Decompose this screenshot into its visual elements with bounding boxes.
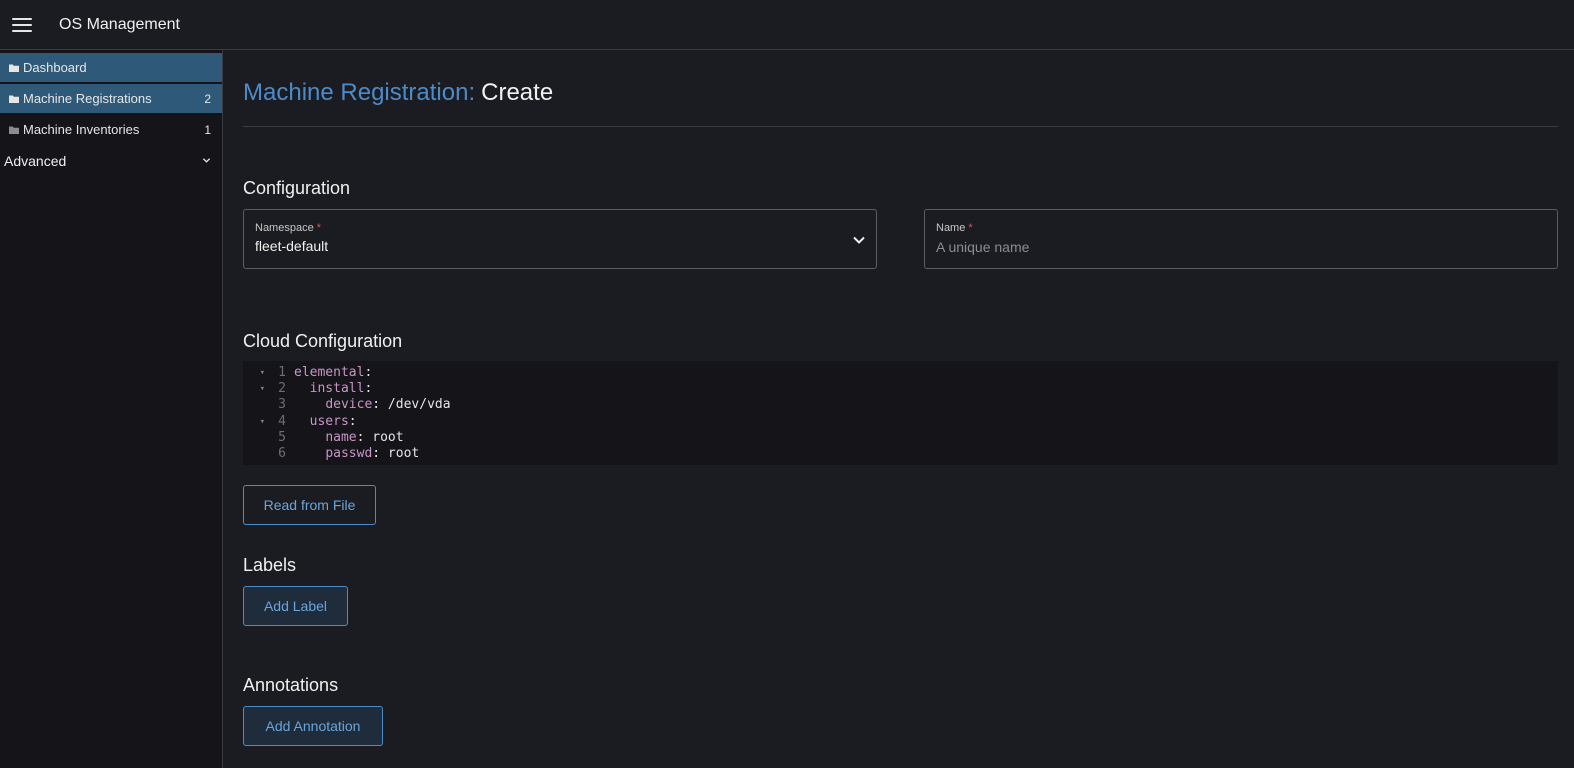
- yaml-value: : /dev/vda: [372, 397, 451, 413]
- code-line[interactable]: 3 device: /dev/vda: [243, 397, 1558, 413]
- code-line[interactable]: ▾ 1 elemental:: [243, 365, 1558, 381]
- top-header: OS Management: [0, 0, 1574, 50]
- sidebar-item-label: Dashboard: [23, 60, 87, 75]
- yaml-editor[interactable]: ▾ 1 elemental: ▾ 2 install: 3 device: /dev/vd…: [243, 361, 1558, 465]
- required-marker: *: [316, 222, 321, 234]
- code-text: users:: [294, 414, 357, 430]
- yaml-value: : root: [356, 429, 404, 445]
- sidebar-item-machine-registrations[interactable]: Machine Registrations 2: [0, 84, 222, 113]
- line-number: 5: [278, 429, 286, 445]
- folder-icon: [9, 126, 19, 134]
- page-title-resource[interactable]: Machine Registration:: [243, 79, 475, 107]
- namespace-select[interactable]: Namespace * fleet-default: [243, 209, 877, 269]
- code-line[interactable]: ▾ 4 users:: [243, 414, 1558, 430]
- page-title-action: Create: [481, 79, 554, 106]
- sidebar-item-count: 2: [204, 91, 211, 106]
- code-text: name: root: [294, 429, 404, 446]
- yaml-key: name: [325, 429, 357, 445]
- folder-icon: [9, 64, 19, 72]
- sidebar-item-dashboard[interactable]: Dashboard: [0, 53, 222, 82]
- name-field[interactable]: Name *: [924, 209, 1558, 269]
- yaml-key: users: [309, 413, 349, 429]
- chevron-down-icon: [853, 236, 865, 244]
- code-line[interactable]: ▾ 2 install:: [243, 381, 1558, 397]
- main-content: Machine Registration: Create Configurati…: [243, 50, 1558, 746]
- code-text: elemental:: [294, 365, 372, 381]
- sidebar-item-label: Machine Registrations: [23, 91, 152, 106]
- required-marker: *: [968, 222, 973, 234]
- yaml-key: elemental: [294, 365, 365, 381]
- sidebar-item-label: Machine Inventories: [23, 122, 140, 137]
- name-input[interactable]: [936, 239, 1546, 255]
- yaml-key: device: [325, 397, 373, 413]
- sidebar-group-label: Advanced: [4, 152, 67, 169]
- yaml-value: : root: [372, 446, 420, 462]
- chevron-down-icon: [202, 158, 211, 163]
- yaml-key: passwd: [325, 446, 373, 462]
- name-label: Name *: [936, 222, 973, 234]
- line-number: 4: [278, 413, 286, 429]
- sidebar-group-advanced[interactable]: Advanced: [0, 146, 222, 175]
- code-line[interactable]: 6 passwd: root: [243, 446, 1558, 462]
- read-from-file-button[interactable]: Read from File: [243, 485, 376, 525]
- yaml-value: :: [348, 413, 357, 429]
- sidebar: Dashboard Machine Registrations 2 Machin…: [0, 50, 223, 768]
- sidebar-item-machine-inventories[interactable]: Machine Inventories 1: [0, 115, 222, 144]
- yaml-key: install: [309, 381, 365, 397]
- line-number: 6: [278, 446, 286, 462]
- menu-icon[interactable]: [12, 17, 32, 32]
- code-text: device: /dev/vda: [294, 397, 451, 413]
- namespace-value: fleet-default: [255, 238, 329, 254]
- line-number: 2: [278, 381, 286, 397]
- fold-toggle-icon[interactable]: ▾: [243, 414, 265, 430]
- add-label-button[interactable]: Add Label: [243, 586, 348, 626]
- add-annotation-button[interactable]: Add Annotation: [243, 706, 383, 746]
- code-line[interactable]: 5 name: root: [243, 430, 1558, 446]
- fold-toggle-icon[interactable]: ▾: [243, 365, 265, 381]
- labels-heading: Labels: [243, 555, 297, 575]
- annotations-heading: Annotations: [243, 675, 339, 695]
- line-number: 1: [278, 365, 286, 381]
- configuration-fields: Namespace * fleet-default Name *: [243, 209, 1558, 269]
- page-title: Machine Registration: Create: [243, 50, 1558, 127]
- namespace-label: Namespace *: [255, 222, 321, 234]
- code-text: install:: [294, 381, 373, 397]
- folder-icon: [9, 95, 19, 103]
- app-title: OS Management: [59, 15, 180, 33]
- sidebar-item-count: 1: [204, 122, 211, 137]
- code-text: passwd: root: [294, 446, 419, 462]
- line-number: 3: [278, 397, 286, 413]
- cloud-configuration-heading: Cloud Configuration: [243, 331, 403, 351]
- fold-toggle-icon[interactable]: ▾: [243, 381, 265, 397]
- configuration-heading: Configuration: [243, 178, 351, 198]
- yaml-value: :: [364, 381, 373, 397]
- yaml-value: :: [364, 365, 373, 381]
